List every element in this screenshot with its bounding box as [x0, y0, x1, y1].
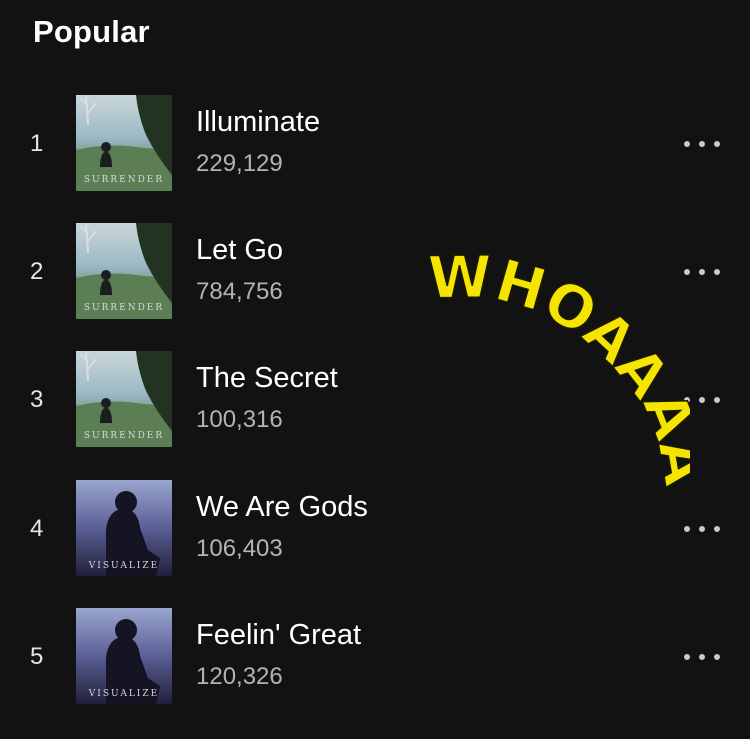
track-plays: 784,756 [196, 278, 283, 305]
album-title-text: VISUALIZE [88, 561, 159, 571]
album-title-text: VISUALIZE [88, 689, 159, 699]
album-title-text: SURRENDER [84, 175, 164, 185]
album-art: VISUALIZE [76, 608, 172, 704]
track-plays: 106,403 [196, 535, 283, 562]
track-title: The Secret [196, 362, 338, 394]
track-rank: 4 [30, 515, 44, 542]
more-options-icon[interactable] [684, 138, 720, 150]
album-art: VISUALIZE [76, 480, 172, 576]
whoa-sticker: WHOAAAAA [410, 220, 690, 491]
more-options-icon[interactable] [684, 523, 720, 535]
track-rank: 1 [30, 130, 44, 157]
track-rank: 2 [30, 258, 44, 285]
more-options-icon[interactable] [684, 651, 720, 663]
section-title: Popular [33, 14, 150, 49]
album-title-text: SURRENDER [84, 431, 164, 441]
track-title: Illuminate [196, 106, 321, 138]
album-art: SURRENDER [76, 95, 172, 191]
track-row[interactable]: 5 VISUALIZE Feelin' Great 120,326 [0, 603, 750, 713]
album-art: SURRENDER [76, 351, 172, 447]
track-plays: 100,316 [196, 406, 283, 433]
track-title: Let Go [196, 234, 284, 266]
track-plays: 120,326 [196, 663, 283, 690]
track-title: Feelin' Great [196, 619, 362, 651]
album-art: SURRENDER [76, 223, 172, 319]
track-rank: 3 [30, 386, 44, 413]
sticker-text: WHOAAAAA [410, 220, 690, 490]
track-rank: 5 [30, 643, 44, 670]
track-row[interactable]: 1 SURRENDER Illuminate 229,129 [0, 90, 750, 200]
track-title: We Are Gods [196, 491, 368, 523]
album-title-text: SURRENDER [84, 303, 164, 313]
track-plays: 229,129 [196, 150, 283, 177]
